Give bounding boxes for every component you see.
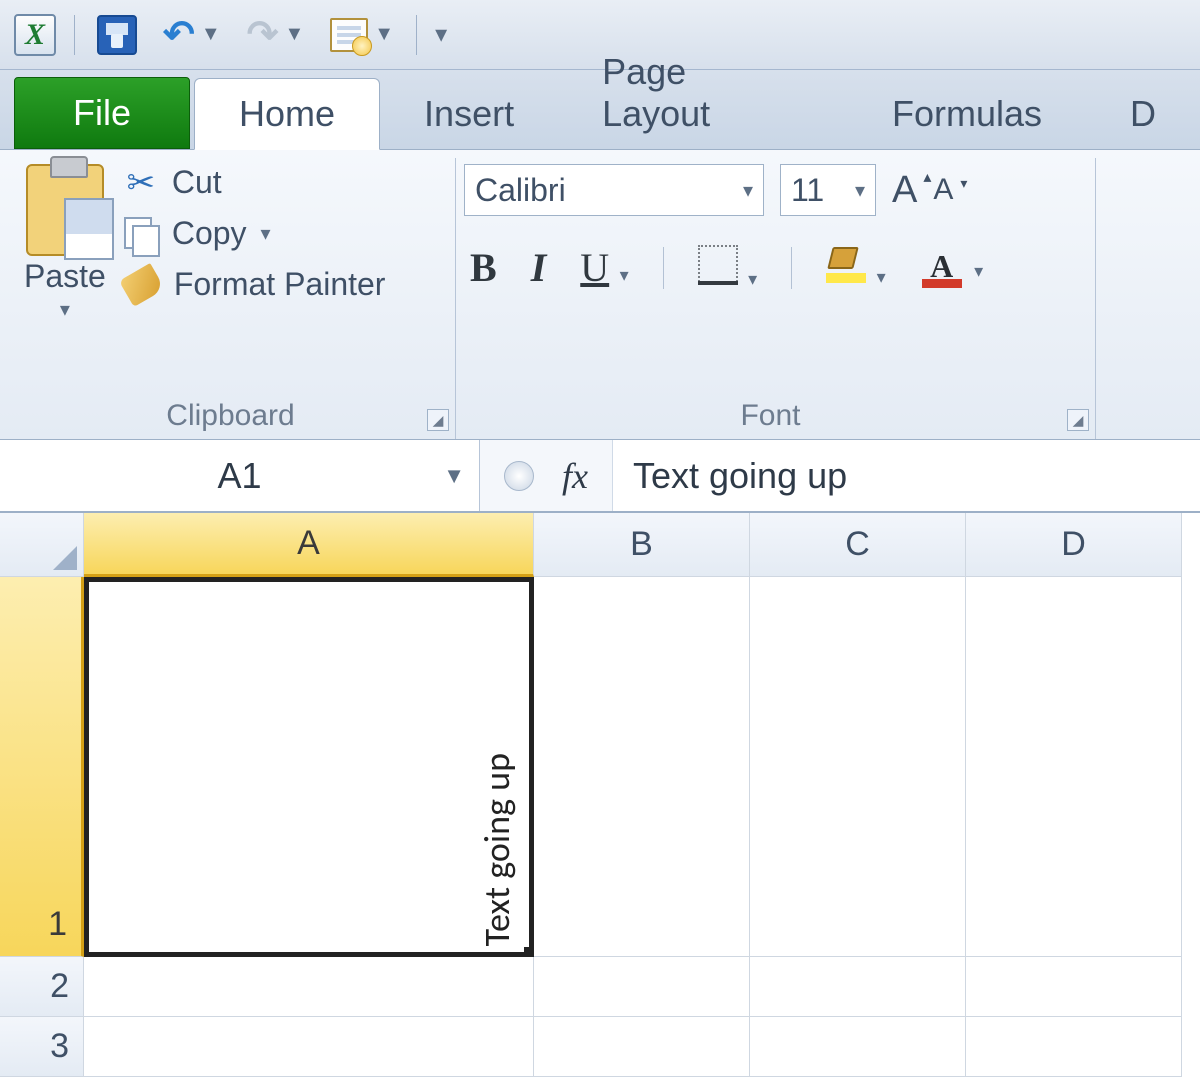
spreadsheet-grid[interactable]: A B C D 1 Text going up 2 3	[0, 512, 1200, 1077]
fill-color-icon	[826, 247, 866, 283]
row-header-2[interactable]: 2	[0, 957, 84, 1017]
cell-b2[interactable]	[534, 957, 750, 1017]
underline-icon: U	[580, 245, 609, 290]
cell-c2[interactable]	[750, 957, 966, 1017]
separator	[791, 247, 792, 289]
cell-a1-text: Text going up	[475, 753, 519, 946]
underline-button[interactable]: U ▾	[580, 244, 628, 291]
new-file-icon	[330, 18, 368, 52]
font-size-select[interactable]: 11 ▾	[780, 164, 876, 216]
cancel-formula-icon	[504, 461, 534, 491]
font-name-value: Calibri	[475, 172, 566, 209]
name-box[interactable]: A1 ▼	[0, 440, 480, 511]
cell-b1[interactable]	[534, 577, 750, 957]
copy-label: Copy	[172, 215, 247, 252]
cell-a2[interactable]	[84, 957, 534, 1017]
bold-button[interactable]: B	[470, 244, 497, 291]
cell-c1[interactable]	[750, 577, 966, 957]
chevron-down-icon[interactable]: ▼	[284, 23, 304, 46]
cut-button[interactable]: ✂ Cut	[124, 164, 386, 201]
new-file-button[interactable]: ▼	[326, 14, 398, 56]
group-label-font: Font	[464, 395, 1077, 439]
grow-font-button[interactable]: A	[892, 169, 917, 212]
font-color-icon: A	[920, 248, 964, 288]
qat-separator	[416, 15, 417, 55]
copy-icon	[124, 217, 158, 251]
chevron-down-icon[interactable]: ▼	[443, 463, 465, 489]
chevron-down-icon[interactable]: ▾	[743, 178, 753, 203]
format-painter-button[interactable]: Format Painter	[124, 266, 386, 303]
chevron-down-icon[interactable]: ▾	[974, 261, 983, 281]
cell-a3[interactable]	[84, 1017, 534, 1077]
group-clipboard: Paste ▾ ✂ Cut Copy ▾ Format Painter	[16, 158, 456, 439]
column-header-d[interactable]: D	[966, 513, 1182, 577]
paste-label: Paste	[24, 258, 106, 295]
separator	[663, 247, 664, 289]
chevron-down-icon[interactable]: ▾	[261, 221, 271, 246]
paste-icon	[26, 164, 104, 256]
format-painter-label: Format Painter	[174, 266, 386, 303]
formula-bar: A1 ▼ fx Text going up	[0, 440, 1200, 512]
save-icon	[97, 15, 137, 55]
cell-b3[interactable]	[534, 1017, 750, 1077]
chevron-down-icon[interactable]: ▾	[748, 269, 757, 289]
chevron-down-icon[interactable]: ▾	[855, 178, 865, 203]
row-header-3[interactable]: 3	[0, 1017, 84, 1077]
tab-data[interactable]: D	[1086, 79, 1200, 149]
borders-icon	[698, 245, 738, 285]
group-font: Calibri ▾ 11 ▾ A A B I U ▾ ▾	[456, 158, 1096, 439]
cell-d3[interactable]	[966, 1017, 1182, 1077]
redo-icon: ↷	[247, 12, 279, 57]
column-header-a[interactable]: A	[84, 513, 534, 577]
customize-qat-icon[interactable]: ▾	[435, 20, 447, 49]
copy-button[interactable]: Copy ▾	[124, 215, 386, 252]
fill-color-button[interactable]: ▾	[826, 247, 886, 288]
ribbon: Paste ▾ ✂ Cut Copy ▾ Format Painter	[0, 150, 1200, 440]
chevron-down-icon[interactable]: ▼	[374, 23, 394, 46]
formula-input[interactable]: Text going up	[613, 440, 1200, 511]
font-name-select[interactable]: Calibri ▾	[464, 164, 764, 216]
chevron-down-icon[interactable]: ▾	[60, 297, 70, 322]
scissors-icon: ✂	[124, 166, 158, 200]
tab-formulas[interactable]: Formulas	[848, 79, 1086, 149]
select-all-corner[interactable]	[0, 513, 84, 577]
tab-insert[interactable]: Insert	[380, 79, 558, 149]
save-button[interactable]	[93, 11, 141, 59]
tab-file[interactable]: File	[14, 77, 190, 149]
font-dialog-launcher[interactable]: ◢	[1067, 409, 1089, 431]
excel-app-icon[interactable]: X	[14, 14, 56, 56]
chevron-down-icon[interactable]: ▼	[201, 23, 221, 46]
formula-value: Text going up	[633, 455, 847, 497]
cell-a1[interactable]: Text going up	[84, 577, 534, 957]
redo-button[interactable]: ↷ ▼	[243, 8, 309, 61]
row-header-1[interactable]: 1	[0, 577, 84, 957]
italic-button[interactable]: I	[531, 244, 547, 291]
cut-label: Cut	[172, 164, 222, 201]
column-header-c[interactable]: C	[750, 513, 966, 577]
chevron-down-icon[interactable]: ▾	[877, 267, 886, 287]
paste-button[interactable]: Paste ▾	[24, 164, 106, 322]
clipboard-dialog-launcher[interactable]: ◢	[427, 409, 449, 431]
chevron-down-icon[interactable]: ▾	[620, 265, 629, 285]
group-label-clipboard: Clipboard	[24, 395, 437, 439]
format-painter-icon	[119, 263, 165, 307]
cell-d1[interactable]	[966, 577, 1182, 957]
borders-button[interactable]: ▾	[698, 245, 758, 290]
name-box-value: A1	[217, 455, 261, 497]
font-color-button[interactable]: A ▾	[920, 248, 984, 288]
undo-icon: ↶	[163, 12, 195, 57]
cell-c3[interactable]	[750, 1017, 966, 1077]
insert-function-button[interactable]: fx	[562, 455, 588, 497]
cell-d2[interactable]	[966, 957, 1182, 1017]
tab-home[interactable]: Home	[194, 78, 380, 150]
undo-button[interactable]: ↶ ▼	[159, 8, 225, 61]
qat-separator	[74, 15, 75, 55]
ribbon-tab-strip: File Home Insert Page Layout Formulas D	[0, 70, 1200, 150]
column-header-b[interactable]: B	[534, 513, 750, 577]
tab-page-layout[interactable]: Page Layout	[558, 37, 848, 149]
shrink-font-button[interactable]: A	[933, 173, 953, 207]
font-size-value: 11	[791, 172, 824, 209]
